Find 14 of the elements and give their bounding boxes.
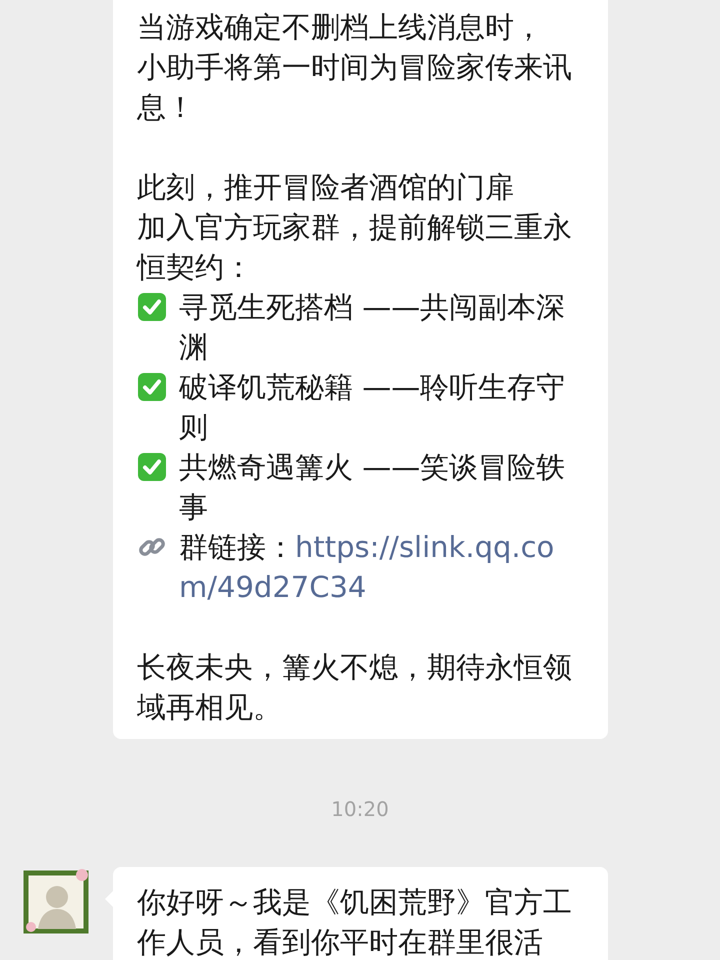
- timestamp: 10:20: [331, 796, 389, 823]
- check-icon: [137, 452, 167, 482]
- message-text: 加入官方玩家群，提前解锁三重永恒契约：: [137, 209, 573, 286]
- message-text: 此刻，推开冒险者酒馆的门扉: [137, 169, 515, 206]
- message-text: 寻觅生死搭档 ——共闯副本深渊: [179, 289, 566, 366]
- message-text: 破译饥荒秘籍 ——聆听生存守则: [179, 369, 566, 446]
- message-text: 长夜未央，篝火不熄，期待永恒领域再相见。: [137, 649, 573, 726]
- check-icon: [137, 372, 167, 402]
- message-text: 当游戏确定不删档上线消息时，: [137, 9, 544, 46]
- message-text: 小助手将第一时间为冒险家传来讯息！: [137, 49, 573, 126]
- message-text: 共燃奇遇篝火 ——笑谈冒险轶事: [179, 449, 566, 526]
- check-icon: [137, 292, 167, 322]
- message-text: 群链接：https://slink.qq.com/49d27C34: [179, 529, 556, 606]
- message-text: 你好呀～我是《饥困荒野》官方工作人员，看到你平时在群里很活: [137, 884, 573, 960]
